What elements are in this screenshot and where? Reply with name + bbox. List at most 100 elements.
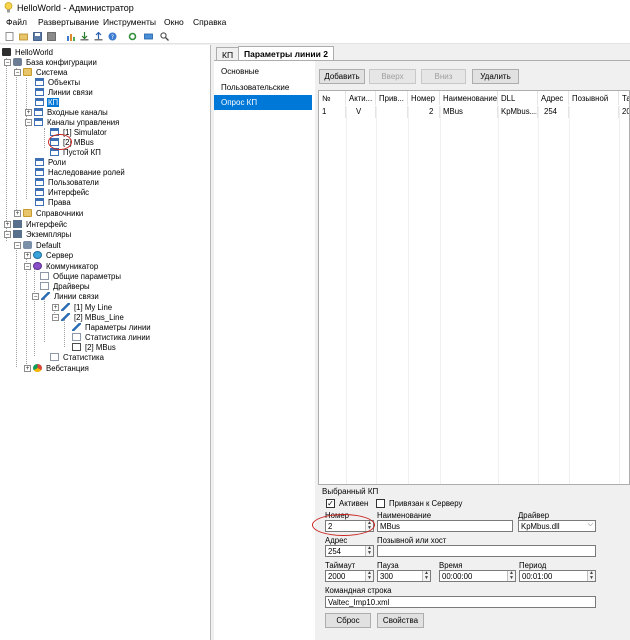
spinner-icon[interactable]: ▲ ▼: [587, 571, 595, 581]
collapse-icon[interactable]: −: [32, 292, 39, 300]
menu-help[interactable]: Справка: [193, 17, 226, 27]
search-icon[interactable]: [160, 32, 169, 41]
import-icon[interactable]: [80, 32, 89, 41]
spinner-icon[interactable]: ▲ ▼: [365, 546, 373, 556]
tree-node-control-channels[interactable]: − Каналы управления: [25, 117, 120, 127]
table-cell[interactable]: V: [346, 106, 376, 118]
tree-node-helloworld[interactable]: HelloWorld: [2, 47, 54, 57]
tree-node-rights[interactable]: Права: [35, 197, 72, 207]
tree-node-users[interactable]: Пользователи: [35, 177, 100, 187]
delay-stepper[interactable]: 300 ▲ ▼: [377, 570, 431, 582]
tree-node-interface[interactable]: + Интерфейс: [4, 219, 68, 229]
open-icon[interactable]: [19, 32, 28, 41]
tree-node-mbus-device[interactable]: [2] MBus: [72, 342, 117, 352]
collapse-icon[interactable]: −: [25, 118, 32, 126]
spinner-icon[interactable]: ▲ ▼: [365, 571, 373, 581]
tree-node-instances[interactable]: − Экземпляры: [4, 229, 72, 239]
expand-icon[interactable]: +: [4, 220, 11, 228]
new-icon[interactable]: [5, 32, 14, 41]
properties-button[interactable]: Свойства: [377, 613, 424, 628]
column-header[interactable]: Номер: [408, 91, 440, 105]
nav-custom[interactable]: Пользовательские: [214, 80, 312, 95]
tree-node-directories[interactable]: + Справочники: [14, 208, 84, 218]
deploy-icon[interactable]: [144, 32, 153, 41]
nav-kp-polling[interactable]: Опрос КП: [214, 95, 312, 110]
table-cell[interactable]: 254: [538, 106, 569, 118]
tree-node-interface-table[interactable]: Интерфейс: [35, 187, 90, 197]
spinner-icon[interactable]: ▲ ▼: [507, 571, 515, 581]
help-icon[interactable]: ?: [108, 32, 117, 41]
tree-node-kp[interactable]: КП: [35, 97, 60, 107]
reset-button[interactable]: Сброс: [325, 613, 371, 628]
period-stepper[interactable]: 00:01:00 ▲ ▼: [519, 570, 596, 582]
explorer-tree[interactable]: HelloWorld − База конфигурации − Система…: [0, 45, 211, 640]
table-cell[interactable]: KpMbus....: [498, 106, 538, 118]
tree-node-drivers[interactable]: Драйверы: [40, 281, 91, 291]
cmdline-field[interactable]: Valtec_Imp10.xml: [325, 596, 596, 608]
expand-icon[interactable]: +: [52, 303, 59, 311]
active-checkbox[interactable]: ✓: [326, 499, 335, 508]
spinner-icon[interactable]: ▲ ▼: [422, 571, 430, 581]
collapse-icon[interactable]: −: [4, 58, 11, 66]
tree-node-roles[interactable]: Роли: [35, 157, 67, 167]
tree-node-line-stats[interactable]: Статистика линии: [72, 332, 151, 342]
tree-node-input-channels[interactable]: + Входные каналы: [25, 107, 109, 117]
tree-node-default[interactable]: − Default: [14, 240, 62, 250]
tree-node-role-inheritance[interactable]: Наследование ролей: [35, 167, 126, 177]
column-header[interactable]: Прив...: [376, 91, 408, 105]
table-cell[interactable]: MBus: [440, 106, 498, 118]
down-button[interactable]: Вниз: [421, 69, 466, 84]
tab-kp[interactable]: КП: [216, 47, 240, 61]
delete-button[interactable]: Удалить: [472, 69, 519, 84]
tree-node-webstation[interactable]: + Вебстанция: [24, 363, 90, 373]
column-header[interactable]: DLL: [498, 91, 538, 105]
tree-node-comm-lines[interactable]: Линии связи: [35, 87, 94, 97]
tree-node-line-params[interactable]: Параметры линии: [72, 322, 152, 332]
collapse-icon[interactable]: −: [14, 68, 21, 76]
tree-node-communicator[interactable]: − Коммуникатор: [24, 261, 99, 271]
column-header[interactable]: Акти...: [346, 91, 376, 105]
tree-node-statistics[interactable]: Статистика: [50, 352, 105, 362]
tree-node-server[interactable]: + Сервер: [24, 250, 74, 260]
table-cell[interactable]: 2: [408, 106, 440, 118]
collapse-icon[interactable]: −: [4, 230, 11, 238]
save-all-icon[interactable]: [47, 32, 56, 41]
column-header[interactable]: Адрес: [538, 91, 569, 105]
settings-icon[interactable]: [128, 32, 137, 41]
menu-tools[interactable]: Инструменты: [103, 17, 156, 27]
up-button[interactable]: Вверх: [369, 69, 416, 84]
table-cell[interactable]: [376, 106, 408, 118]
kp-grid[interactable]: № Акти... Прив... Номер Наименование DLL…: [318, 90, 630, 485]
tree-node-comm-lines-instance[interactable]: − Линии связи: [32, 291, 100, 301]
expand-icon[interactable]: +: [24, 251, 31, 259]
nav-general[interactable]: Основные: [214, 64, 312, 79]
tree-node-objects[interactable]: Объекты: [35, 77, 81, 87]
export-icon[interactable]: [94, 32, 103, 41]
menu-deploy[interactable]: Развертывание: [38, 17, 99, 27]
charts-icon[interactable]: [66, 32, 75, 41]
tree-node-general-params[interactable]: Общие параметры: [40, 271, 122, 281]
column-header[interactable]: Тайм: [619, 91, 629, 105]
tree-node-my-line[interactable]: + [1] My Line: [52, 302, 113, 312]
column-header[interactable]: Позывной: [569, 91, 619, 105]
column-header[interactable]: Наименование: [440, 91, 498, 105]
collapse-icon[interactable]: −: [24, 262, 31, 270]
tree-node-mbus-line[interactable]: − [2] MBus_Line: [52, 312, 125, 322]
menu-file[interactable]: Файл: [6, 17, 27, 27]
tree-node-system[interactable]: − Система: [14, 67, 68, 77]
driver-select[interactable]: KpMbus.dll ⌵: [518, 520, 596, 532]
expand-icon[interactable]: +: [14, 209, 21, 217]
bind-to-server-checkbox[interactable]: [376, 499, 385, 508]
name-field[interactable]: MBus: [377, 520, 513, 532]
timeout-stepper[interactable]: 2000 ▲ ▼: [325, 570, 374, 582]
table-cell[interactable]: 20: [619, 106, 629, 118]
menu-window[interactable]: Окно: [164, 17, 184, 27]
table-cell[interactable]: 1: [319, 106, 346, 118]
tree-node-config-base[interactable]: − База конфигурации: [4, 57, 98, 67]
expand-icon[interactable]: +: [25, 108, 32, 116]
table-cell[interactable]: [569, 106, 619, 118]
save-icon[interactable]: [33, 32, 42, 41]
callnum-field[interactable]: [377, 545, 596, 557]
tab-line-params[interactable]: Параметры линии 2: [238, 46, 334, 61]
time-stepper[interactable]: 00:00:00 ▲ ▼: [439, 570, 516, 582]
